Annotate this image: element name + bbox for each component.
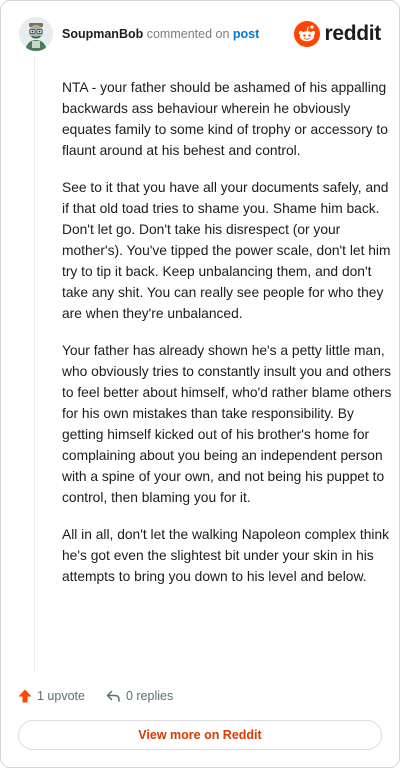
byline: SoupmanBob commented on post: [62, 26, 259, 42]
post-link[interactable]: post: [233, 27, 259, 41]
upvote-arrow-icon: [18, 689, 32, 703]
comment-paragraph: NTA - your father should be ashamed of h…: [62, 80, 388, 158]
username-link[interactable]: SoupmanBob: [62, 27, 143, 41]
reddit-logo-icon: [294, 21, 321, 47]
comment-actions: 1 upvote 0 replies: [17, 685, 173, 707]
upvote-button[interactable]: 1 upvote: [17, 688, 85, 704]
reply-button[interactable]: 0 replies: [105, 688, 173, 704]
comment-embed-card: SoupmanBob commented on post reddit NTA …: [0, 0, 400, 768]
commented-on-text: commented on: [146, 27, 230, 41]
reply-arrow-icon: [106, 690, 120, 702]
avatar[interactable]: [19, 17, 53, 51]
comment-paragraph: Your father has already shown he's a pet…: [62, 343, 392, 505]
comment-header: SoupmanBob commented on post reddit: [19, 17, 383, 53]
thread-line: [34, 57, 35, 673]
view-more-on-reddit-button[interactable]: View more on Reddit: [18, 720, 382, 750]
reply-count: 0 replies: [125, 689, 174, 703]
reddit-wordmark: reddit: [324, 22, 381, 45]
comment-paragraph: All in all, don't let the walking Napole…: [62, 527, 390, 584]
comment-body: NTA - your father should be ashamed of h…: [62, 77, 396, 603]
reddit-brand[interactable]: reddit: [294, 20, 381, 48]
comment-paragraph: See to it that you have all your documen…: [62, 180, 391, 321]
upvote-count: 1 upvote: [37, 689, 85, 703]
avatar-icon: [19, 17, 53, 51]
